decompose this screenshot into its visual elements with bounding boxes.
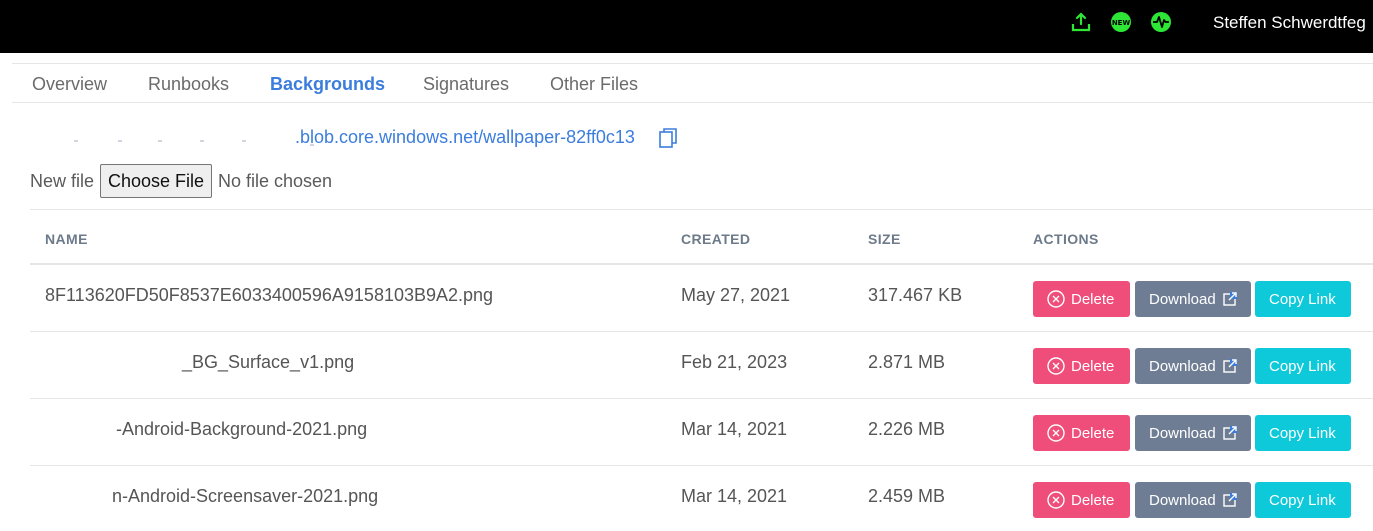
file-created: Mar 14, 2021: [681, 419, 788, 439]
file-name: _BG_Surface_v1.png: [182, 352, 355, 372]
column-header-created[interactable]: CREATED: [681, 231, 750, 247]
download-button[interactable]: Download: [1135, 482, 1251, 518]
close-circle-icon: [1047, 357, 1065, 375]
file-size: 2.459 MB: [868, 486, 946, 506]
copy-link-label: Copy Link: [1269, 358, 1336, 375]
table-row: 8F113620FD50F8537E6033400596A9158103B9A2…: [30, 265, 1373, 332]
column-header-actions: ACTIONS: [1033, 231, 1099, 247]
tab-backgrounds[interactable]: Backgrounds: [270, 74, 385, 95]
copy-link-button[interactable]: Copy Link: [1255, 482, 1351, 518]
table-row: n-Android-Screensaver-2021.png Mar 14, 2…: [30, 466, 1373, 531]
file-upload-row: New file Choose File No file chosen: [30, 164, 630, 198]
file-name: 8F113620FD50F8537E6033400596A9158103B9A2…: [45, 285, 494, 305]
tab-bar: Overview Runbooks Backgrounds Signatures…: [12, 63, 1373, 103]
table-header: NAME CREATED SIZE ACTIONS: [30, 209, 1373, 265]
close-circle-icon: [1047, 491, 1065, 509]
file-created: Mar 14, 2021: [681, 486, 788, 506]
file-created: Feb 21, 2023: [681, 352, 788, 372]
delete-label: Delete: [1071, 358, 1115, 375]
copy-link-label: Copy Link: [1269, 291, 1336, 308]
delete-button[interactable]: Delete: [1033, 281, 1130, 317]
download-label: Download: [1149, 425, 1216, 442]
column-header-name[interactable]: NAME: [45, 231, 88, 247]
storage-url-row: .blob.core.windows.net/wallpaper-82ff0c1…: [30, 125, 730, 151]
top-navbar: NEW Steffen Schwerdtfeg: [0, 0, 1373, 53]
file-name: n-Android-Screensaver-2021.png: [112, 486, 379, 506]
download-button[interactable]: Download: [1135, 281, 1251, 317]
table-row: _BG_Surface_v1.png Feb 21, 2023 2.871 MB…: [30, 332, 1373, 399]
download-button[interactable]: Download: [1135, 415, 1251, 451]
external-link-icon: [1223, 292, 1237, 306]
table-row: -Android-Background-2021.png Mar 14, 202…: [30, 399, 1373, 466]
user-name[interactable]: Steffen Schwerdtfeg: [1213, 13, 1366, 33]
choose-file-button[interactable]: Choose File: [100, 164, 212, 198]
file-size: 2.871 MB: [868, 352, 946, 372]
new-badge-icon[interactable]: NEW: [1110, 11, 1132, 33]
download-button[interactable]: Download: [1135, 348, 1251, 384]
tab-other-files[interactable]: Other Files: [550, 74, 638, 95]
tab-signatures[interactable]: Signatures: [423, 74, 509, 95]
download-label: Download: [1149, 492, 1216, 509]
storage-url-link[interactable]: .blob.core.windows.net/wallpaper-82ff0c1…: [295, 127, 635, 148]
download-label: Download: [1149, 358, 1216, 375]
upload-icon[interactable]: [1070, 11, 1092, 33]
copy-link-button[interactable]: Copy Link: [1255, 281, 1351, 317]
column-header-size[interactable]: SIZE: [868, 231, 901, 247]
delete-button[interactable]: Delete: [1033, 415, 1130, 451]
file-size: 317.467 KB: [868, 285, 963, 305]
new-file-label: New file: [30, 171, 95, 191]
file-name: -Android-Background-2021.png: [116, 419, 368, 439]
external-link-icon: [1223, 359, 1237, 373]
copy-link-button[interactable]: Copy Link: [1255, 348, 1351, 384]
close-circle-icon: [1047, 290, 1065, 308]
delete-label: Delete: [1071, 291, 1115, 308]
tab-overview[interactable]: Overview: [32, 74, 107, 95]
redacted-url-prefix: [70, 140, 315, 146]
download-label: Download: [1149, 291, 1216, 308]
activity-icon[interactable]: [1150, 11, 1172, 33]
delete-label: Delete: [1071, 492, 1115, 509]
copy-link-button[interactable]: Copy Link: [1255, 415, 1351, 451]
copy-icon[interactable]: [659, 128, 677, 148]
external-link-icon: [1223, 493, 1237, 507]
copy-link-label: Copy Link: [1269, 492, 1336, 509]
external-link-icon: [1223, 426, 1237, 440]
delete-label: Delete: [1071, 425, 1115, 442]
file-status: No file chosen: [218, 171, 333, 191]
delete-button[interactable]: Delete: [1033, 482, 1130, 518]
copy-link-label: Copy Link: [1269, 425, 1336, 442]
file-created: May 27, 2021: [681, 285, 791, 305]
svg-text:NEW: NEW: [1112, 19, 1131, 27]
file-size: 2.226 MB: [868, 419, 946, 439]
tab-runbooks[interactable]: Runbooks: [148, 74, 229, 95]
close-circle-icon: [1047, 424, 1065, 442]
delete-button[interactable]: Delete: [1033, 348, 1130, 384]
